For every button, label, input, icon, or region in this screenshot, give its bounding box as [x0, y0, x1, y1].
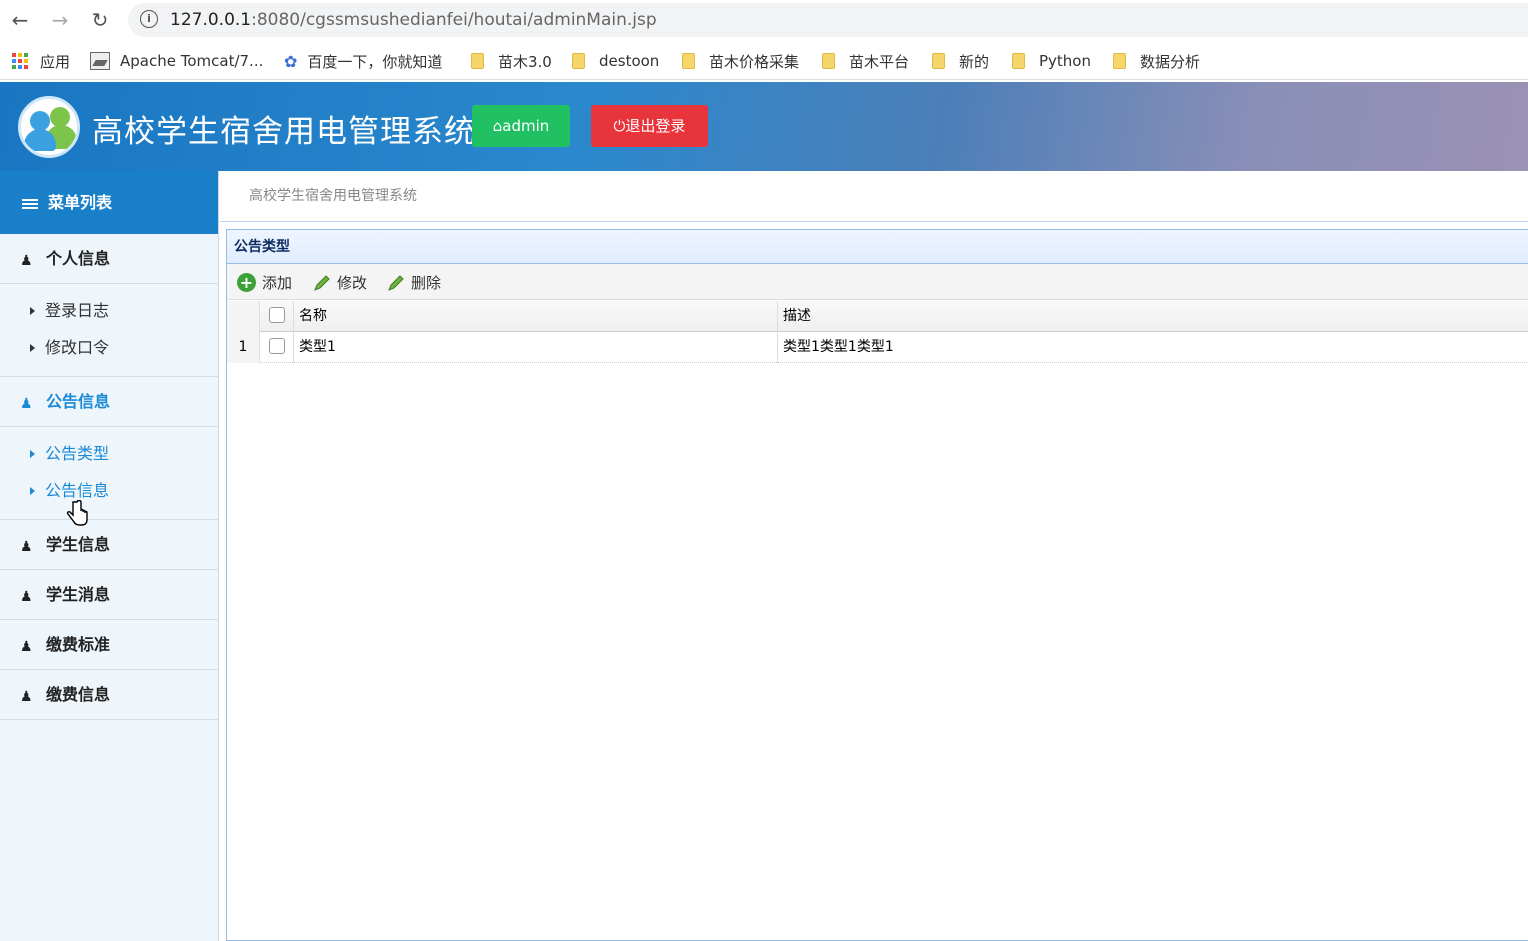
sidebar-group-personal-info[interactable]: ♟ 个人信息: [0, 234, 218, 284]
user-icon: ♟: [20, 396, 33, 412]
row-number: 1: [227, 332, 260, 363]
panel-title: 公告类型: [227, 230, 1528, 264]
image-icon: [90, 52, 110, 70]
sidebar-item-notice-type[interactable]: 公告类型: [0, 435, 218, 472]
table-row[interactable]: 1 类型1 类型1类型1类型1: [227, 332, 1528, 363]
column-header-name[interactable]: 名称: [294, 301, 778, 332]
folder-icon: [471, 53, 484, 69]
admin-button[interactable]: ⌂admin: [472, 105, 570, 147]
cell-name: 类型1: [294, 332, 778, 363]
add-button[interactable]: + 添加: [237, 272, 292, 293]
add-icon: +: [237, 273, 256, 292]
column-header-description[interactable]: 描述: [778, 301, 1528, 332]
caret-right-icon: [30, 307, 35, 315]
app-title: 高校学生宿舍用电管理系统: [92, 114, 476, 150]
edit-button[interactable]: 修改: [313, 272, 367, 293]
baidu-paw-icon: ✿: [284, 51, 298, 71]
hand-cursor-icon: [66, 500, 88, 526]
sidebar-group-student-messages[interactable]: ♟ 学生消息: [0, 570, 218, 620]
row-checkbox[interactable]: [268, 338, 285, 354]
breadcrumb: 高校学生宿舍用电管理系统: [220, 171, 1528, 222]
user-icon: ♟: [20, 639, 33, 655]
sidebar-group-fee-standard[interactable]: ♟ 缴费标准: [0, 620, 218, 670]
info-icon[interactable]: i: [140, 10, 158, 28]
apps-icon: [12, 53, 28, 69]
folder-icon: [932, 53, 945, 69]
bookmark-folder[interactable]: destoon: [572, 51, 659, 71]
sidebar-submenu-personal-info: 登录日志 修改口令: [0, 284, 218, 377]
menu-heading: 菜单列表: [0, 171, 218, 234]
sidebar-group-student-info[interactable]: ♟ 学生信息: [0, 520, 218, 570]
folder-icon: [1113, 53, 1126, 69]
sidebar-item-notice-info[interactable]: 公告信息: [0, 472, 218, 509]
caret-right-icon: [30, 344, 35, 352]
user-icon: ♟: [20, 589, 33, 605]
users-logo-icon: [18, 96, 80, 158]
select-all-cell: [260, 301, 294, 332]
delete-button[interactable]: 删除: [387, 272, 441, 293]
grid-header: 名称 描述: [227, 301, 1528, 332]
back-arrow-icon[interactable]: ←: [6, 6, 34, 34]
folder-icon: [572, 53, 585, 69]
app-header: 高校学生宿舍用电管理系统 ⌂admin ⏻退出登录: [0, 82, 1528, 171]
row-select-cell: [260, 332, 294, 363]
sidebar-group-notice-info[interactable]: ♟ 公告信息: [0, 377, 218, 427]
url-text: 127.0.0.1:8080/cgssmsushedianfei/houtai/…: [170, 10, 657, 30]
bookmarks-bar: 应用 Apache Tomcat/7... ✿ 百度一下，你就知道 苗木3.0 d…: [0, 42, 1528, 80]
bookmark-apps[interactable]: 应用: [12, 51, 70, 71]
reload-icon[interactable]: ↻: [86, 6, 114, 34]
forward-arrow-icon[interactable]: →: [46, 6, 74, 34]
url-field[interactable]: i 127.0.0.1:8080/cgssmsushedianfei/houta…: [128, 3, 1528, 37]
sidebar-submenu-notice-info: 公告类型 公告信息: [0, 427, 218, 520]
folder-icon: [822, 53, 835, 69]
folder-icon: [1012, 53, 1025, 69]
caret-right-icon: [30, 487, 35, 495]
pencil-icon: [314, 274, 330, 291]
select-all-checkbox[interactable]: [268, 307, 285, 323]
list-icon: [22, 197, 38, 211]
bookmark-folder[interactable]: 苗木平台: [822, 51, 909, 71]
sidebar-group-fee-info[interactable]: ♟ 缴费信息: [0, 670, 218, 720]
sidebar-item-login-log[interactable]: 登录日志: [0, 292, 218, 329]
sidebar: 菜单列表 ♟ 个人信息 登录日志 修改口令 ♟ 公告信息 公告类型 公告信息 ♟ 学生…: [0, 171, 219, 941]
cell-description: 类型1类型1类型1: [783, 339, 894, 355]
bookmark-folder[interactable]: 数据分析: [1113, 51, 1200, 71]
bookmark-folder[interactable]: 苗木价格采集: [682, 51, 799, 71]
browser-address-bar-row: ← → ↻ i 127.0.0.1:8080/cgssmsushedianfei…: [0, 0, 1528, 40]
caret-right-icon: [30, 450, 35, 458]
logout-button[interactable]: ⏻退出登录: [591, 105, 708, 147]
bookmark-folder[interactable]: 苗木3.0: [471, 51, 552, 71]
home-icon: ⌂: [492, 117, 503, 135]
bookmark-folder[interactable]: 新的: [932, 51, 989, 71]
power-icon: ⏻: [613, 117, 626, 135]
pencil-icon: [388, 274, 404, 291]
user-icon: ♟: [20, 539, 33, 555]
row-number-header: [227, 301, 260, 332]
notice-type-panel: 公告类型 + 添加 修改 删除 名称 描述 1 类型1 类型1类型1类型1: [226, 229, 1528, 941]
bookmark-baidu[interactable]: ✿ 百度一下，你就知道: [284, 51, 442, 71]
bookmark-tomcat[interactable]: Apache Tomcat/7...: [90, 51, 263, 71]
folder-icon: [682, 53, 695, 69]
user-icon: ♟: [20, 253, 33, 269]
grid-toolbar: + 添加 修改 删除: [227, 264, 1528, 300]
user-icon: ♟: [20, 689, 33, 705]
sidebar-item-change-password[interactable]: 修改口令: [0, 329, 218, 366]
bookmark-folder[interactable]: Python: [1012, 51, 1091, 71]
